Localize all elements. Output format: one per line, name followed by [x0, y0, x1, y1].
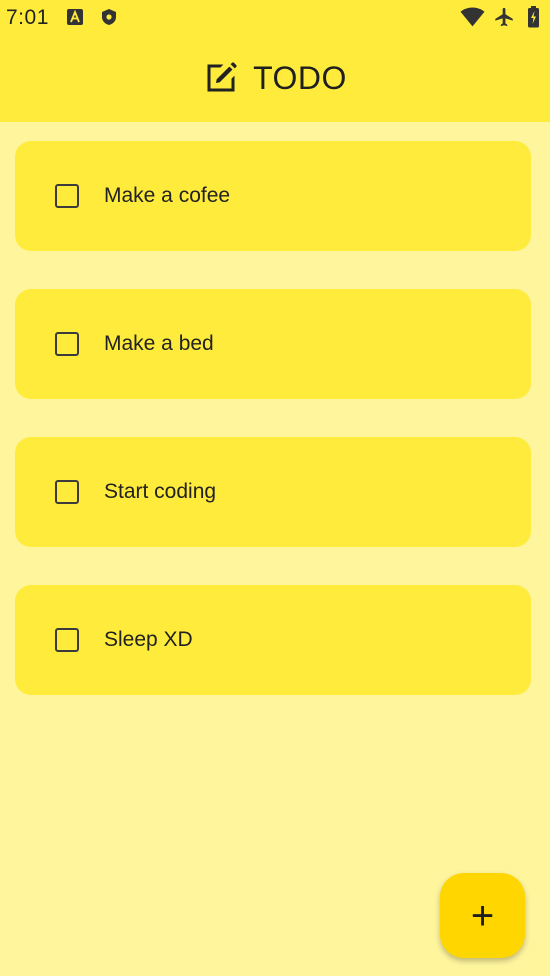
todo-checkbox[interactable]: [55, 332, 79, 356]
airplane-icon: [495, 7, 513, 27]
todo-item[interactable]: Make a bed: [15, 289, 531, 399]
top-bar: 7:01 TODO: [0, 0, 550, 122]
status-time: 7:01: [6, 6, 49, 29]
todo-item[interactable]: Sleep XD: [15, 585, 531, 695]
todo-label: Start coding: [104, 480, 217, 503]
todo-label: Sleep XD: [104, 628, 193, 651]
shield-icon: [102, 9, 116, 25]
add-todo-button[interactable]: +: [440, 873, 525, 958]
a-badge-icon: [67, 9, 83, 25]
todo-checkbox[interactable]: [55, 480, 79, 504]
status-bar: 7:01: [0, 0, 550, 36]
app-bar: TODO: [0, 40, 550, 116]
todo-checkbox[interactable]: [55, 184, 79, 208]
todo-checkbox[interactable]: [55, 628, 79, 652]
todo-item[interactable]: Start coding: [15, 437, 531, 547]
todo-list: Make a cofee Make a bed Start coding Sle…: [15, 141, 531, 733]
todo-label: Make a cofee: [104, 184, 231, 207]
battery-charging-icon: [528, 6, 539, 28]
plus-icon: +: [470, 893, 495, 938]
todo-label: Make a bed: [104, 332, 214, 355]
app-title: TODO: [253, 59, 347, 96]
todo-item[interactable]: Make a cofee: [15, 141, 531, 251]
edit-note-icon: [207, 62, 237, 92]
wifi-icon: [460, 7, 485, 27]
